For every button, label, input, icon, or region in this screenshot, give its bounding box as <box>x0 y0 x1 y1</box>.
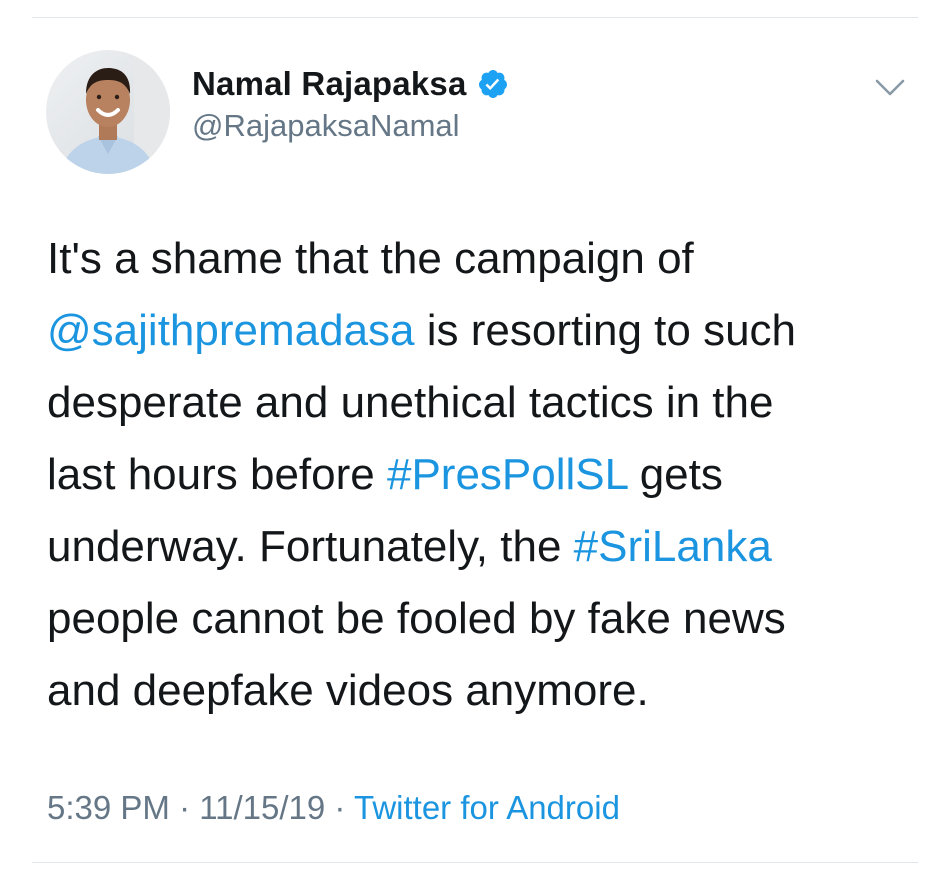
tweet-author[interactable]: Namal Rajapaksa @RajapaksaNamal <box>192 62 509 144</box>
tweet-text-segment: people cannot be fooled by fake news and… <box>47 594 786 715</box>
tweet-meta: 5:39 PM · 11/15/19 · Twitter for Android <box>47 789 620 827</box>
tweet-date: 11/15/19 <box>199 789 326 826</box>
author-display-name[interactable]: Namal Rajapaksa <box>192 65 467 103</box>
chevron-down-icon[interactable] <box>873 76 907 100</box>
tweet-text-segment: It's a shame that the campaign of <box>47 234 694 283</box>
author-handle[interactable]: @RajapaksaNamal <box>192 108 509 144</box>
mention-link[interactable]: @sajithpremadasa <box>47 306 415 355</box>
meta-separator: · <box>325 789 354 826</box>
tweet-time: 5:39 PM <box>47 789 170 826</box>
profile-photo-icon <box>46 50 170 174</box>
meta-separator: · <box>169 789 200 826</box>
bottom-divider <box>32 862 918 863</box>
author-name-row: Namal Rajapaksa <box>192 62 509 106</box>
hashtag-link[interactable]: #SriLanka <box>574 522 772 571</box>
hashtag-link[interactable]: #PresPollSL <box>387 450 628 499</box>
top-divider <box>32 17 918 18</box>
verified-badge-icon <box>477 68 509 100</box>
tweet-source-link[interactable]: Twitter for Android <box>354 789 620 826</box>
tweet-text: It's a shame that the campaign of @sajit… <box>47 223 917 727</box>
avatar[interactable] <box>46 50 170 174</box>
